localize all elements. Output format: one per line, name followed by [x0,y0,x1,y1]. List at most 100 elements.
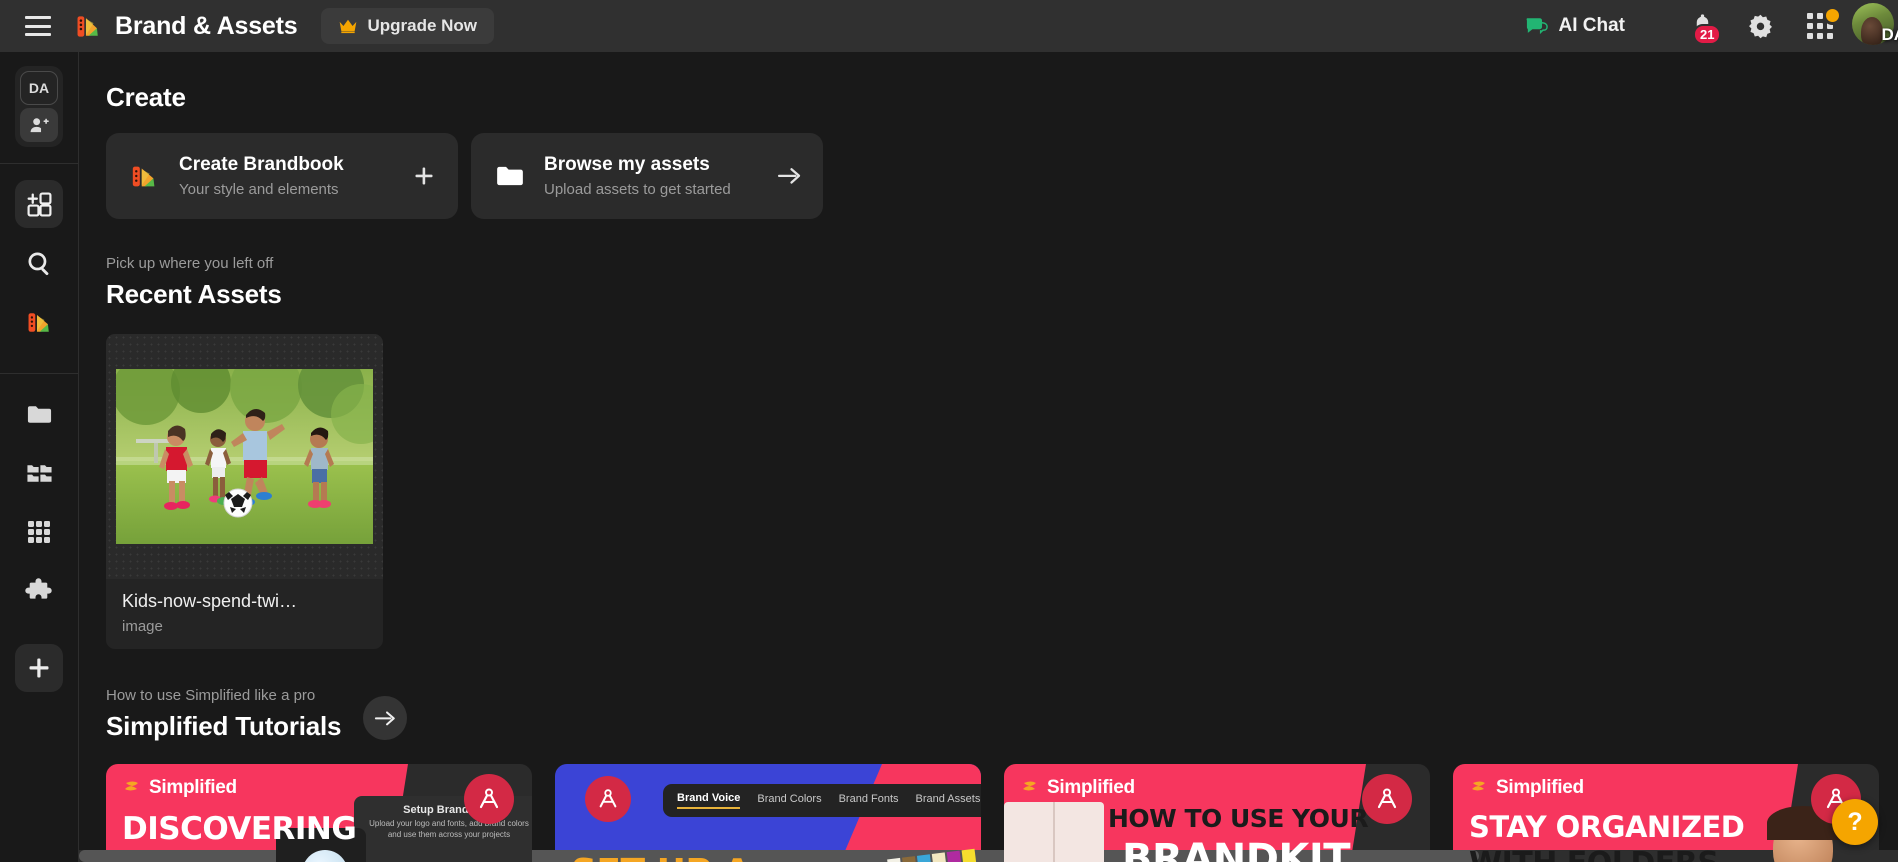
create-brandbook-card[interactable]: Create Brandbook Your style and elements [106,133,458,219]
create-section-title: Create [106,82,186,112]
upgrade-now-label: Upgrade Now [367,16,478,35]
simplified-logo: Simplified [122,777,237,799]
add-member-button[interactable] [20,108,58,142]
simplified-wordmark: Simplified [1047,777,1135,798]
asset-meta: Kids-now-spend-twi… image [106,579,383,635]
arrow-right-icon [375,710,396,725]
help-button[interactable]: ? [1832,799,1878,845]
asset-card[interactable]: Kids-now-spend-twi… image [106,334,383,649]
sidebar-item-projects[interactable] [15,449,63,497]
search-icon [27,251,48,275]
puzzle-piece-icon [25,578,52,599]
tutorials-header: How to use Simplified like a pro Simplif… [106,687,1898,742]
arrow-right-icon [778,168,801,184]
upgrade-now-button[interactable]: Upgrade Now [321,8,495,44]
asset-thumbnail-area [106,334,383,579]
tutorial-headline: STAY ORGANIZED [1469,810,1745,844]
tutorial-card[interactable]: Simplified HOW TO USE YOUR BRANDKIT [1004,764,1430,862]
sidebar-item-apps[interactable] [15,508,63,556]
asset-name: Kids-now-spend-twi… [122,591,298,611]
browse-assets-action[interactable] [776,167,802,185]
tutorial-card[interactable]: Setup Brandbook Upload your logo and fon… [106,764,532,862]
simplified-s-icon [125,781,138,791]
ai-chat-label: AI Chat [1558,15,1626,36]
asset-type: image [122,618,163,635]
simplified-logo: Simplified [1020,777,1135,799]
create-brandbook-action[interactable] [411,166,437,186]
top-bar: Brand & Assets Upgrade Now AI Chat 21 D [0,0,1898,52]
tutorial-headline-secondary: BRANDKIT [1122,836,1351,862]
recent-assets-kicker: Pick up where you left off [106,255,274,272]
create-plus-grid-icon [27,192,51,216]
simplified-logo: Simplified [1469,777,1584,799]
tutorial-card[interactable]: Simplified STAY ORGANIZED WITH FOLDERS [1453,764,1879,862]
tutorials-kicker: How to use Simplified like a pro [106,687,316,704]
workspace-switcher: DA [0,66,78,164]
sidebar-item-folder[interactable] [15,390,63,438]
tutorial-tab-brand-voice[interactable]: Brand Voice [677,792,741,809]
tutorial-tab-brand-assets[interactable]: Brand Assets [916,793,981,808]
browse-assets-card[interactable]: Browse my assets Upload assets to get st… [471,133,823,219]
chat-bubble-icon [1526,18,1548,35]
recent-assets-title: Recent Assets [106,279,282,309]
avatar-initials: DA [1881,25,1898,44]
compass-badge-icon [599,789,617,808]
apps-status-dot [1823,6,1842,25]
browse-assets-text: Browse my assets Upload assets to get st… [544,154,776,198]
gear-icon [1748,14,1772,38]
folder-icon [497,166,523,186]
page-title: Brand & Assets [115,11,298,40]
sidebar-item-integrations[interactable] [15,567,63,615]
account-avatar-button[interactable]: DA [1852,3,1898,49]
tutorials-next-button[interactable] [363,696,408,740]
crown-icon [340,19,357,34]
tutorial-badge-button[interactable] [585,776,631,822]
plus-icon [415,167,433,185]
tutorial-card[interactable]: Brand Voice Brand Colors Brand Fonts Bra… [555,764,981,862]
browse-assets-icon-wrap [493,163,527,189]
multi-folder-icon [26,464,52,482]
create-brandbook-text: Create Brandbook Your style and elements [179,154,411,198]
workspace-box: DA [15,66,63,147]
sidebar-item-brand[interactable] [15,298,63,346]
tutorials-row: Setup Brandbook Upload your logo and fon… [106,764,1898,862]
tutorial-tab-brand-colors[interactable]: Brand Colors [757,793,821,808]
tutorial-book-image [1004,802,1104,862]
simplified-s-icon [1472,781,1485,791]
tutorial-tab-brand-fonts[interactable]: Brand Fonts [839,793,899,808]
sidebar-add-button[interactable] [15,644,63,692]
tutorials-titles: How to use Simplified like a pro Simplif… [106,687,342,742]
sidebar-item-create[interactable] [15,180,63,228]
notifications-button[interactable]: 21 [1680,4,1724,48]
tutorial-headline: HOW TO USE YOUR [1108,804,1369,833]
browse-assets-subtitle: Upload assets to get started [544,181,731,198]
tutorial-headline: SET UP A [571,852,751,862]
settings-button[interactable] [1738,4,1782,48]
notification-count-badge: 21 [1693,24,1722,45]
tutorial-badge-button[interactable] [464,774,514,824]
compass-badge-icon [479,788,499,809]
plus-icon [29,658,49,678]
recent-assets-row: Kids-now-spend-twi… image [106,334,1898,649]
tutorial-tab-bar: Brand Voice Brand Colors Brand Fonts Bra… [663,784,981,817]
left-sidebar: DA [0,52,79,862]
brand-palette-icon [77,15,98,37]
asset-thumbnail-image [116,369,373,544]
create-brandbook-subtitle: Your style and elements [179,181,339,198]
workspace-initials-chip[interactable]: DA [20,71,58,105]
main-content: Create Create Brandbook Your style and e… [79,52,1898,862]
compass-badge-icon [1377,788,1397,809]
add-member-icon [30,117,49,132]
apps-button[interactable] [1798,4,1842,48]
create-cards-row: Create Brandbook Your style and elements… [106,133,1898,219]
tutorial-headline-secondary: WITH FOLDERS [1469,846,1719,862]
hamburger-menu-icon[interactable] [25,16,51,36]
kids-playing-soccer-photo [116,369,373,544]
simplified-s-icon [1023,781,1036,791]
ai-chat-button[interactable]: AI Chat [1525,15,1626,37]
tutorial-badge-button[interactable] [1362,774,1412,824]
sidebar-primary-group [0,180,78,374]
sidebar-item-search[interactable] [15,239,63,287]
brand-palette-icon [28,312,49,332]
tutorial-headline: DISCOVERING [122,811,357,847]
